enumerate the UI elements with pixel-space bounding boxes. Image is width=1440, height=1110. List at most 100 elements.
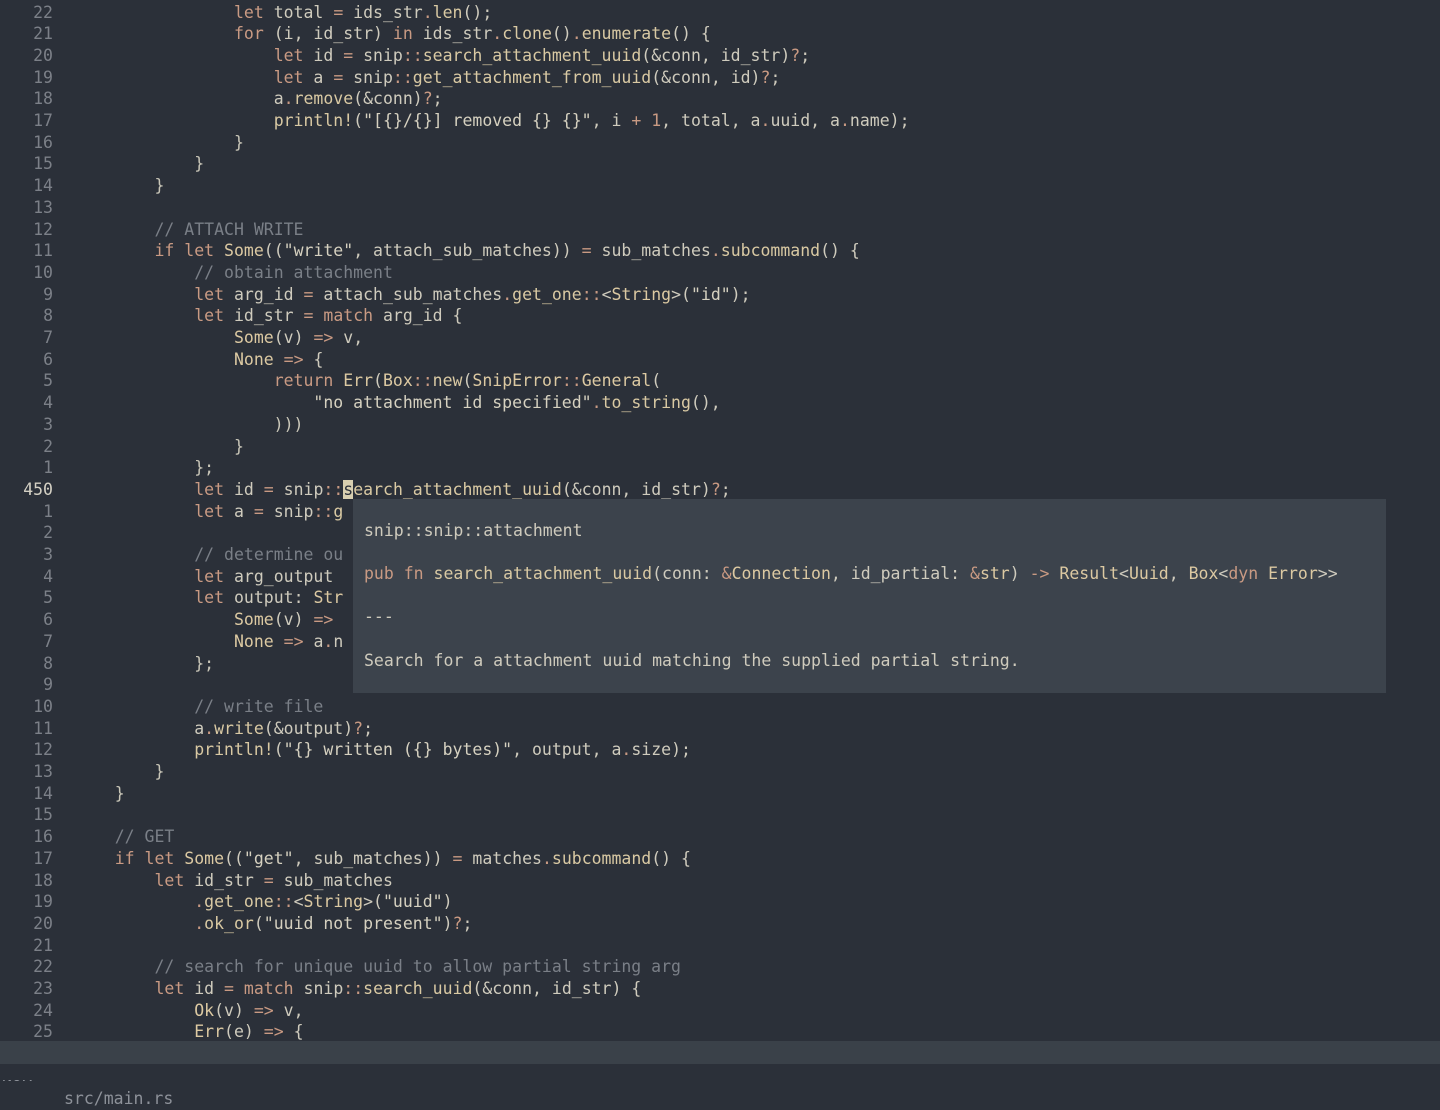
code-text[interactable]: } xyxy=(75,132,244,154)
code-text[interactable]: }; xyxy=(75,457,214,479)
code-token: let xyxy=(273,45,304,65)
code-token: (i, id_str) xyxy=(263,24,393,44)
code-token: if let xyxy=(154,241,215,261)
code-text[interactable]: a.remove(&conn)?; xyxy=(75,88,443,110)
code-text[interactable]: Ok(v) => v, xyxy=(75,1000,304,1022)
code-token: v, xyxy=(273,1000,304,1020)
code-text[interactable]: // search for unique uuid to allow parti… xyxy=(75,956,681,978)
code-token: let xyxy=(154,870,185,890)
code-text[interactable]: } xyxy=(75,175,164,197)
code-token: . xyxy=(194,892,205,912)
code-token: . xyxy=(323,631,334,651)
code-text[interactable]: Some(v) => v, xyxy=(75,327,363,349)
code-text[interactable]: if let Some(("get", sub_matches)) = matc… xyxy=(75,848,691,870)
code-token: total xyxy=(263,2,334,22)
code-token: = xyxy=(224,979,234,998)
code-token: 1 xyxy=(641,111,662,130)
line-number: 23 xyxy=(33,979,53,998)
code-text[interactable]: } xyxy=(75,153,204,175)
code-token: General xyxy=(581,371,652,391)
code-token: Result xyxy=(1049,564,1120,583)
code-text[interactable]: let id = snip::search_attachment_uuid(&c… xyxy=(75,479,731,501)
code-text[interactable]: // write file xyxy=(75,696,323,718)
code-text[interactable]: Err(e) => { xyxy=(75,1021,303,1041)
code-token: search_attachment_uuid xyxy=(423,564,653,583)
code-text[interactable]: let a = snip::get_attachment_from_uuid(&… xyxy=(75,67,781,89)
code-text[interactable]: let total = ids_str.len(); xyxy=(75,2,492,24)
code-token: ; xyxy=(363,718,374,738)
line-number: 9 xyxy=(43,284,53,304)
code-token: Str xyxy=(313,588,344,608)
line-number: 13 xyxy=(33,762,53,781)
line-number: 14 xyxy=(33,783,53,803)
code-text[interactable]: let arg_output xyxy=(75,566,333,588)
code-text[interactable]: let id_str = sub_matches xyxy=(75,870,392,892)
code-text[interactable]: let id = snip::search_attachment_uuid(&c… xyxy=(75,45,810,67)
command-line[interactable] xyxy=(0,1064,1440,1080)
line-number: 4 xyxy=(43,393,53,413)
code-text[interactable]: } xyxy=(75,783,125,805)
code-token: pub fn xyxy=(364,564,424,583)
code-token: = xyxy=(303,284,314,304)
code-text[interactable]: } xyxy=(75,436,244,458)
code-text[interactable]: for (i, id_str) in ids_str.clone().enume… xyxy=(75,23,711,45)
code-text[interactable]: ))) xyxy=(75,414,304,436)
code-text[interactable]: let a = snip::g xyxy=(75,501,343,523)
code-token: len xyxy=(432,2,463,22)
code-text[interactable]: let output: Str xyxy=(75,587,343,609)
code-text[interactable]: println!("[{}/{}] removed {} {}", i + 1,… xyxy=(75,110,910,132)
code-token: println! xyxy=(273,111,354,130)
code-text[interactable]: if let Some(("write", attach_sub_matches… xyxy=(75,240,859,262)
code-text[interactable]: a.write(&output)?; xyxy=(75,718,373,740)
code-text[interactable]: None => a.n xyxy=(75,631,343,653)
code-text[interactable]: .get_one::<String>("uuid") xyxy=(75,891,452,913)
code-token: "get" xyxy=(243,848,294,868)
code-text[interactable]: "no attachment id specified".to_string()… xyxy=(75,392,720,414)
code-text[interactable]: Some(v) => xyxy=(75,609,333,631)
code-text[interactable]: // obtain attachment xyxy=(75,262,393,284)
code-token: id xyxy=(184,979,225,998)
code-token: , output, a xyxy=(512,740,622,760)
code-text[interactable]: let id_str = match arg_id { xyxy=(75,305,462,327)
code-token: (( xyxy=(263,241,284,261)
status-bar: NOR src/main.rs xyxy=(0,1041,1440,1108)
code-token: & xyxy=(721,564,732,583)
code-token: ; xyxy=(432,89,443,109)
code-text[interactable]: println!("{} written ({} bytes)", output… xyxy=(75,739,691,761)
code-token: = xyxy=(333,2,344,22)
code-token: (e) xyxy=(224,1022,264,1041)
code-text[interactable]: None => { xyxy=(75,349,323,371)
code-text[interactable]: .ok_or("uuid not present")?; xyxy=(75,913,472,935)
code-token: + xyxy=(631,111,642,130)
code-token: . xyxy=(621,740,632,760)
code-token: , attach_sub_matches)) xyxy=(353,241,582,261)
code-token: snip xyxy=(273,479,324,499)
line-number: 7 xyxy=(43,328,53,347)
code-indent: } xyxy=(75,176,165,196)
code-text[interactable]: // determine ou xyxy=(75,544,343,566)
code-text[interactable]: // ATTACH WRITE xyxy=(75,219,303,241)
code-token: >( xyxy=(671,284,691,304)
code-text[interactable]: let id = match snip::search_uuid(&conn, … xyxy=(75,978,641,1000)
line-number: 18 xyxy=(33,870,53,890)
code-token: => xyxy=(273,631,304,651)
code-text[interactable]: }; xyxy=(75,653,214,675)
code-token: a xyxy=(303,631,324,651)
code-token: :: xyxy=(273,892,294,912)
code-token: None xyxy=(233,349,274,369)
code-text[interactable]: let arg_id = attach_sub_matches.get_one:… xyxy=(75,284,750,306)
code-token: str xyxy=(979,564,1010,583)
code-text[interactable]: } xyxy=(75,761,164,783)
code-token: SnipError xyxy=(472,371,562,391)
code-token: , i xyxy=(591,111,632,130)
hover-separator: --- xyxy=(364,607,394,626)
code-text[interactable]: // GET xyxy=(75,826,175,848)
code-token: = xyxy=(452,848,463,868)
code-text[interactable]: return Err(Box::new(SnipError::General( xyxy=(75,370,662,392)
